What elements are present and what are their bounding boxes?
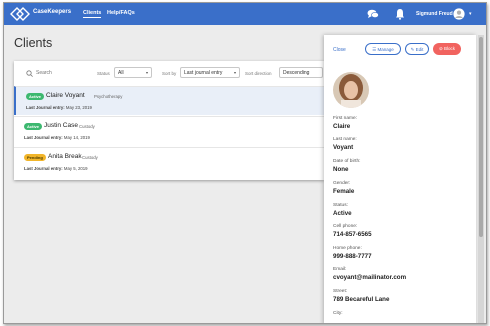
status-badge: Active: [26, 93, 45, 100]
last-entry-date: May 5, 2019: [63, 166, 88, 171]
first-name-value: Claire: [333, 123, 351, 130]
chevron-down-icon: ▾: [233, 70, 236, 75]
manage-label: Manage: [377, 47, 394, 52]
nav-help-faqs[interactable]: Help/FAQs: [107, 10, 135, 16]
client-tag: Custody: [79, 124, 95, 129]
client-name[interactable]: Justin Case: [44, 122, 78, 129]
filter-bar: Status All ▾ Sort by Last journal entry …: [14, 61, 324, 86]
scrollbar-thumb[interactable]: [479, 37, 483, 237]
dob-label: Date of birth:: [333, 159, 361, 164]
last-entry: Last Journal entry: May 5, 2019: [24, 166, 88, 171]
client-tag: Custody: [82, 155, 98, 160]
edit-button[interactable]: ✎ Edit: [405, 43, 429, 55]
client-name[interactable]: Claire Voyant: [46, 92, 85, 99]
email-value: cvoyant@mailinator.com: [333, 274, 407, 281]
clients-list: Status All ▾ Sort by Last journal entry …: [14, 61, 324, 180]
dob-value: None: [333, 166, 349, 173]
status-select-value: All: [118, 70, 124, 76]
sort-by-select[interactable]: Last journal entry ▾: [180, 67, 240, 78]
sort-by-value: Last journal entry: [184, 70, 223, 76]
sort-direction-label: Sort direction: [245, 71, 272, 76]
last-entry-date: May 14, 2019: [63, 135, 90, 140]
chat-icon[interactable]: [367, 9, 379, 19]
block-button[interactable]: ⊘ Block: [433, 43, 461, 55]
last-name-label: Last name:: [333, 137, 357, 142]
email-label: Email:: [333, 267, 347, 272]
client-photo: [333, 72, 369, 108]
cell-phone-label: Cell phone:: [333, 224, 358, 229]
user-menu-caret-icon[interactable]: ▾: [469, 11, 472, 17]
gender-label: Gender:: [333, 181, 351, 186]
app-window: CaseKeepers Clients Help/FAQs Sigmund Fr…: [3, 2, 487, 324]
cell-phone-value: 714-857-6565: [333, 231, 372, 238]
last-entry-label: Last Journal entry:: [24, 166, 63, 171]
last-entry-date: May 23, 2019: [65, 105, 92, 110]
last-entry-label: Last Journal entry:: [24, 135, 63, 140]
top-nav: CaseKeepers Clients Help/FAQs Sigmund Fr…: [4, 3, 486, 25]
client-name[interactable]: Anita Break: [48, 153, 82, 160]
pencil-icon: ✎: [410, 47, 415, 52]
list-icon: ☰: [372, 47, 377, 52]
last-entry-label: Last Journal entry:: [26, 105, 65, 110]
client-row[interactable]: Pending Anita Break Custody Last Journal…: [14, 147, 324, 177]
user-name[interactable]: Sigmund Freud: [416, 11, 453, 17]
last-name-value: Voyant: [333, 144, 354, 151]
street-value: 789 Becareful Lane: [333, 296, 390, 303]
chevron-down-icon: ▾: [145, 70, 148, 75]
home-phone-value: 999-888-7777: [333, 253, 372, 260]
city-label: City:: [333, 311, 343, 316]
gender-value: Female: [333, 188, 355, 195]
block-icon: ⊘: [438, 46, 443, 51]
client-detail-panel: Close ☰ Manage ✎ Edit ⊘ Block First name…: [324, 35, 476, 323]
user-avatar-icon[interactable]: [453, 8, 465, 20]
bell-icon[interactable]: [395, 8, 405, 20]
client-tag: Psychotherapy: [94, 94, 123, 99]
search-icon: [26, 70, 33, 77]
client-row[interactable]: Active Justin Case Custody Last Journal …: [14, 116, 324, 146]
panel-scrollbar[interactable]: [478, 35, 484, 323]
nav-clients[interactable]: Clients: [83, 10, 102, 18]
search-input[interactable]: [36, 68, 91, 78]
status-badge: Pending: [24, 154, 46, 161]
sort-by-label: Sort by: [162, 71, 177, 76]
status-label: Status:: [333, 203, 348, 208]
street-label: Street:: [333, 289, 348, 294]
status-filter-label: Status: [97, 71, 110, 76]
logo-icon[interactable]: [10, 7, 30, 21]
sort-direction-value: Descending: [283, 70, 310, 76]
status-value: Active: [333, 210, 352, 217]
page-title: Clients: [14, 36, 53, 50]
last-entry: Last Journal entry: May 14, 2019: [24, 135, 90, 140]
first-name-label: First name:: [333, 116, 357, 121]
status-select[interactable]: All ▾: [114, 67, 152, 78]
brand-name[interactable]: CaseKeepers: [33, 9, 71, 15]
client-row[interactable]: Active Claire Voyant Psychotherapy Last …: [14, 86, 324, 115]
manage-button[interactable]: ☰ Manage: [365, 43, 401, 55]
status-badge: Active: [24, 123, 43, 130]
sort-direction-select[interactable]: Descending: [279, 67, 323, 78]
last-entry: Last Journal entry: May 23, 2019: [26, 105, 92, 110]
home-phone-label: Home phone:: [333, 246, 362, 251]
edit-label: Edit: [415, 47, 424, 52]
block-label: Block: [444, 46, 456, 51]
close-button[interactable]: Close: [333, 47, 346, 53]
